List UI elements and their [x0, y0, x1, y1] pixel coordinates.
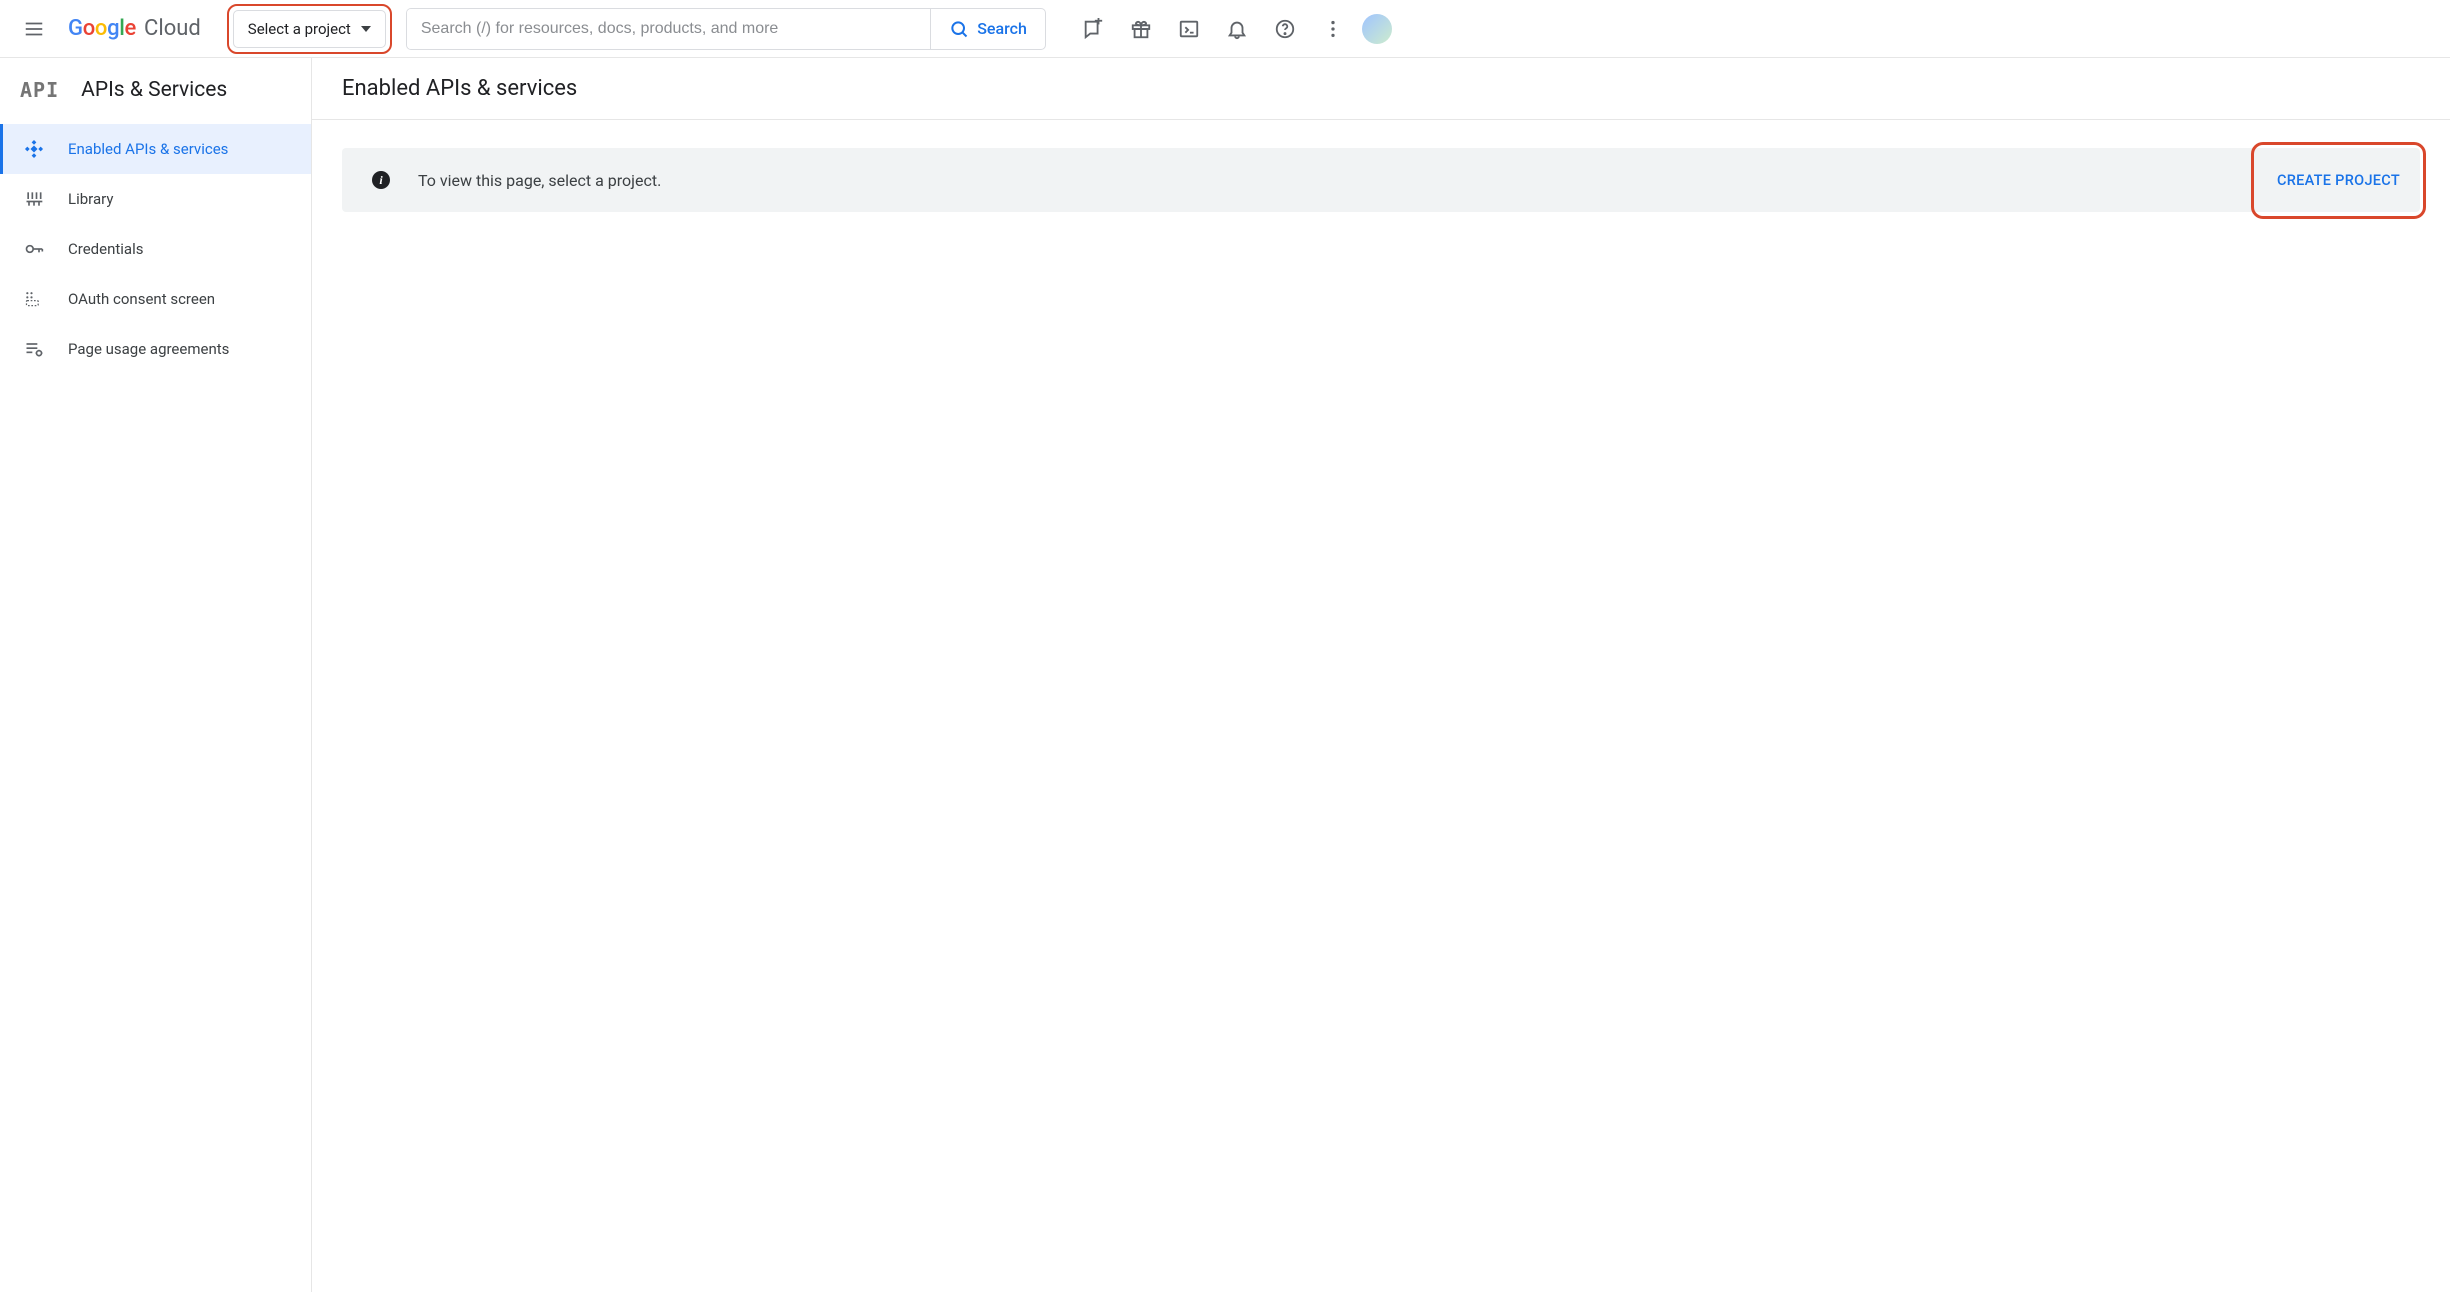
api-badge: API: [20, 78, 59, 102]
notifications-button[interactable]: [1214, 6, 1260, 52]
sidebar-item-label: Library: [68, 190, 113, 208]
bell-icon: [1226, 18, 1248, 40]
search-button-label: Search: [977, 19, 1027, 38]
help-button[interactable]: [1262, 6, 1308, 52]
main-header: Enabled APIs & services: [312, 58, 2450, 120]
search-button[interactable]: Search: [930, 9, 1045, 49]
sidebar-item-library[interactable]: Library: [0, 174, 311, 224]
cloud-shell-button[interactable]: [1166, 6, 1212, 52]
select-project-banner: i To view this page, select a project. C…: [342, 148, 2420, 212]
sidebar-title: APIs & Services: [81, 78, 227, 102]
assistant-button[interactable]: [1070, 6, 1116, 52]
help-icon: [1274, 18, 1296, 40]
info-icon: i: [372, 171, 390, 189]
search-icon: [949, 19, 969, 39]
sidebar-header: API APIs & Services: [0, 58, 311, 118]
sidebar-item-label: OAuth consent screen: [68, 290, 215, 308]
list-gear-icon: [24, 339, 44, 359]
brand-logo[interactable]: Google Cloud: [68, 16, 201, 41]
search-group: Search: [406, 8, 1046, 50]
sidebar-item-label: Enabled APIs & services: [68, 140, 228, 158]
gift-icon: [1130, 18, 1152, 40]
terminal-icon: [1178, 18, 1200, 40]
sidebar: API APIs & Services Enabled APIs & servi…: [0, 58, 312, 1292]
free-trial-button[interactable]: [1118, 6, 1164, 52]
chevron-down-icon: [361, 26, 371, 32]
project-selector-label: Select a project: [248, 20, 351, 38]
brand-suffix: Cloud: [144, 16, 201, 41]
account-avatar[interactable]: [1362, 14, 1392, 44]
sidebar-item-oauth-consent[interactable]: OAuth consent screen: [0, 274, 311, 324]
topbar-icons: [1070, 6, 1392, 52]
sidebar-item-page-usage-agreements[interactable]: Page usage agreements: [0, 324, 311, 374]
main-body: i To view this page, select a project. C…: [312, 120, 2450, 240]
banner-message: To view this page, select a project.: [418, 171, 661, 190]
diamond-icon: [24, 139, 44, 159]
consent-screen-icon: [24, 289, 44, 309]
more-button[interactable]: [1310, 6, 1356, 52]
sidebar-item-label: Page usage agreements: [68, 340, 229, 358]
sidebar-item-label: Credentials: [68, 240, 143, 258]
project-selector[interactable]: Select a project: [233, 10, 386, 48]
project-selector-highlight: Select a project: [227, 4, 392, 54]
key-icon: [24, 239, 44, 259]
main: Enabled APIs & services i To view this p…: [312, 58, 2450, 1292]
sidebar-nav: Enabled APIs & services Library Credenti…: [0, 118, 311, 374]
body: API APIs & Services Enabled APIs & servi…: [0, 58, 2450, 1292]
search-input[interactable]: [407, 9, 930, 49]
top-bar: Google Cloud Select a project Search: [0, 0, 2450, 58]
hamburger-icon: [23, 18, 45, 40]
create-project-button[interactable]: CREATE PROJECT: [2267, 160, 2410, 201]
nav-menu-button[interactable]: [12, 7, 56, 51]
sidebar-item-credentials[interactable]: Credentials: [0, 224, 311, 274]
create-project-highlight: CREATE PROJECT: [2267, 160, 2410, 201]
brand-word: Google: [68, 16, 136, 41]
sidebar-item-enabled-apis[interactable]: Enabled APIs & services: [0, 124, 311, 174]
page-title: Enabled APIs & services: [342, 76, 2420, 101]
chat-new-icon: [1082, 18, 1104, 40]
library-icon: [24, 189, 44, 209]
more-vert-icon: [1322, 18, 1344, 40]
